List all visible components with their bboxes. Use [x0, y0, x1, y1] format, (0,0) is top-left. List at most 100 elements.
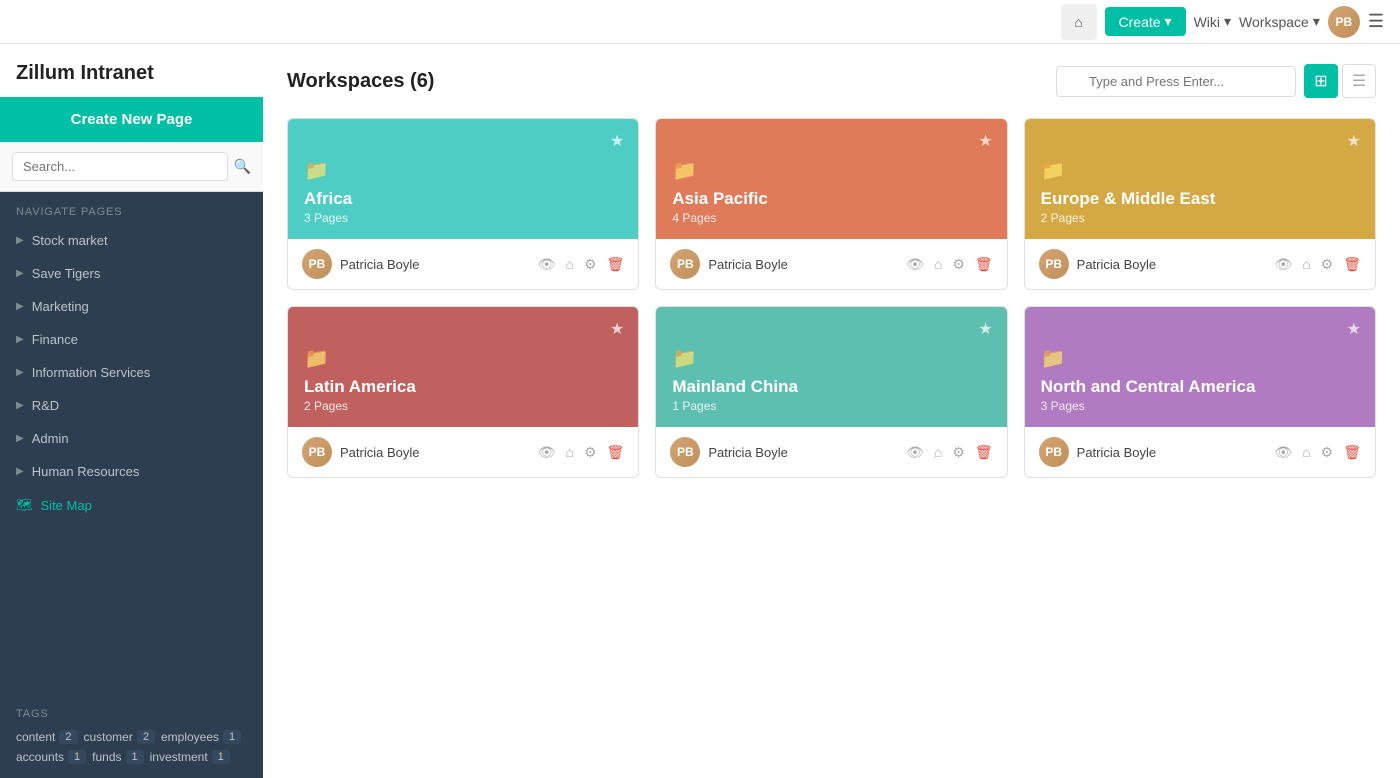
sidebar-item-label: Information Services — [32, 365, 151, 380]
delete-action-icon[interactable]: 🗑 — [607, 256, 625, 273]
settings-action-icon[interactable]: ⚙ — [584, 256, 597, 273]
tag-investment[interactable]: investment 1 — [150, 750, 230, 764]
delete-action-icon[interactable]: 🗑 — [975, 444, 993, 461]
sidebar-item-finance[interactable]: ▶ Finance — [0, 323, 263, 356]
card-title[interactable]: Europe & Middle East — [1041, 189, 1359, 209]
wiki-menu[interactable]: Wiki ▾ — [1194, 13, 1231, 30]
grid-view-button[interactable]: ⊞ — [1304, 64, 1338, 98]
view-toggle: ⊞ ☰ — [1304, 64, 1376, 98]
star-icon[interactable]: ★ — [1347, 319, 1361, 339]
home-action-icon[interactable]: ⌂ — [566, 256, 574, 273]
home-action-icon[interactable]: ⌂ — [1302, 256, 1310, 273]
card-user: PB Patricia Boyle — [1039, 249, 1156, 279]
card-title[interactable]: Africa — [304, 189, 622, 209]
star-icon[interactable]: ★ — [978, 319, 992, 339]
sidebar-item-human-resources[interactable]: ▶ Human Resources — [0, 455, 263, 488]
settings-action-icon[interactable]: ⚙ — [584, 444, 597, 461]
delete-action-icon[interactable]: 🗑 — [1343, 256, 1361, 273]
delete-action-icon[interactable]: 🗑 — [975, 256, 993, 273]
tag-label: customer — [84, 730, 133, 744]
sitemap-link[interactable]: 🗺 Site Map — [0, 488, 263, 522]
card-actions: 👁 ⌂ ⚙ 🗑 — [538, 256, 625, 273]
card-title[interactable]: Latin America — [304, 377, 622, 397]
view-action-icon[interactable]: 👁 — [906, 444, 924, 461]
workspace-card-latin-america: ★ 📁 Latin America 2 Pages PB Patricia Bo… — [287, 306, 639, 478]
tags-label: TAGS — [16, 708, 247, 720]
create-new-page-button[interactable]: Create New Page — [0, 97, 263, 142]
star-icon[interactable]: ★ — [610, 131, 624, 151]
card-username: Patricia Boyle — [340, 445, 419, 460]
view-action-icon[interactable]: 👁 — [538, 256, 556, 273]
settings-action-icon[interactable]: ⚙ — [952, 256, 965, 273]
tag-content[interactable]: content 2 — [16, 730, 78, 744]
tag-customer[interactable]: customer 2 — [84, 730, 155, 744]
sidebar-item-admin[interactable]: ▶ Admin — [0, 422, 263, 455]
card-title[interactable]: Mainland China — [672, 377, 990, 397]
folder-icon: 📁 — [304, 346, 622, 371]
arrow-icon: ▶ — [16, 367, 24, 378]
view-action-icon[interactable]: 👁 — [906, 256, 924, 273]
card-top-latin: ★ 📁 Latin America 2 Pages — [288, 307, 638, 427]
card-top-mainland: ★ 📁 Mainland China 1 Pages — [656, 307, 1006, 427]
card-top-asia: ★ 📁 Asia Pacific 4 Pages — [656, 119, 1006, 239]
user-avatar[interactable]: PB — [1328, 6, 1360, 38]
home-action-icon[interactable]: ⌂ — [1302, 444, 1310, 461]
sidebar-item-label: Admin — [32, 431, 69, 446]
home-action-icon[interactable]: ⌂ — [934, 444, 942, 461]
card-bottom-africa: PB Patricia Boyle 👁 ⌂ ⚙ 🗑 — [288, 239, 638, 289]
tag-employees[interactable]: employees 1 — [161, 730, 241, 744]
top-navigation: ⌂ Create ▾ Wiki ▾ Workspace ▾ PB ☰ — [0, 0, 1400, 44]
home-button[interactable]: ⌂ — [1061, 4, 1097, 40]
sidebar-navigation: NAVIGATE PAGES ▶ Stock market ▶ Save Tig… — [0, 192, 263, 694]
sidebar-item-save-tigers[interactable]: ▶ Save Tigers — [0, 257, 263, 290]
workspace-menu[interactable]: Workspace ▾ — [1239, 13, 1320, 30]
star-icon[interactable]: ★ — [610, 319, 624, 339]
tag-accounts[interactable]: accounts 1 — [16, 750, 86, 764]
list-view-button[interactable]: ☰ — [1342, 64, 1376, 98]
create-button[interactable]: Create ▾ — [1105, 7, 1186, 36]
star-icon[interactable]: ★ — [978, 131, 992, 151]
delete-action-icon[interactable]: 🗑 — [607, 444, 625, 461]
search-input[interactable] — [12, 152, 228, 181]
view-action-icon[interactable]: 👁 — [1274, 444, 1292, 461]
delete-action-icon[interactable]: 🗑 — [1343, 444, 1361, 461]
card-title[interactable]: Asia Pacific — [672, 189, 990, 209]
tag-funds[interactable]: funds 1 — [92, 750, 143, 764]
settings-action-icon[interactable]: ⚙ — [1321, 444, 1334, 461]
tag-label: investment — [150, 750, 208, 764]
card-pages: 3 Pages — [1041, 399, 1359, 413]
folder-icon: 📁 — [304, 158, 622, 183]
sidebar-item-marketing[interactable]: ▶ Marketing — [0, 290, 263, 323]
sidebar-item-stock-market[interactable]: ▶ Stock market — [0, 224, 263, 257]
tag-label: content — [16, 730, 55, 744]
card-avatar: PB — [1039, 249, 1069, 279]
card-top-north: ★ 📁 North and Central America 3 Pages — [1025, 307, 1375, 427]
arrow-icon: ▶ — [16, 334, 24, 345]
card-title[interactable]: North and Central America — [1041, 377, 1359, 397]
tag-count: 1 — [223, 730, 241, 744]
hamburger-menu-icon[interactable]: ☰ — [1368, 11, 1384, 32]
card-actions: 👁 ⌂ ⚙ 🗑 — [906, 444, 993, 461]
arrow-icon: ▶ — [16, 301, 24, 312]
view-action-icon[interactable]: 👁 — [538, 444, 556, 461]
sidebar-search-area: 🔍 — [0, 142, 263, 192]
tag-count: 1 — [212, 750, 230, 764]
workspace-card-africa: ★ 📁 Africa 3 Pages PB Patricia Boyle 👁 ⌂ — [287, 118, 639, 290]
sidebar-item-information-services[interactable]: ▶ Information Services — [0, 356, 263, 389]
card-pages: 2 Pages — [304, 399, 622, 413]
card-bottom-north: PB Patricia Boyle 👁 ⌂ ⚙ 🗑 — [1025, 427, 1375, 477]
settings-action-icon[interactable]: ⚙ — [1321, 256, 1334, 273]
workspaces-header: Workspaces (6) 🔍 ⊞ ☰ — [287, 64, 1376, 98]
home-action-icon[interactable]: ⌂ — [566, 444, 574, 461]
tag-count: 2 — [137, 730, 155, 744]
home-action-icon[interactable]: ⌂ — [934, 256, 942, 273]
tags-section: TAGS content 2 customer 2 employees 1 ac… — [0, 694, 263, 778]
arrow-icon: ▶ — [16, 400, 24, 411]
sidebar-item-rnd[interactable]: ▶ R&D — [0, 389, 263, 422]
star-icon[interactable]: ★ — [1347, 131, 1361, 151]
view-action-icon[interactable]: 👁 — [1274, 256, 1292, 273]
settings-action-icon[interactable]: ⚙ — [952, 444, 965, 461]
card-pages: 2 Pages — [1041, 211, 1359, 225]
card-top-africa: ★ 📁 Africa 3 Pages — [288, 119, 638, 239]
workspace-search-input[interactable] — [1056, 66, 1296, 97]
